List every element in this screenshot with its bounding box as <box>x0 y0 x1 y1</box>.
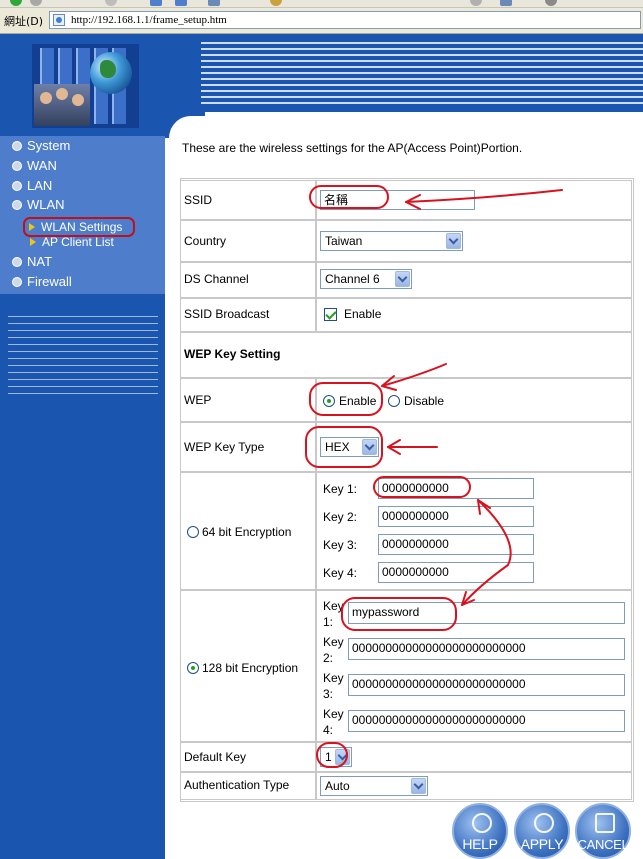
arrow-key1-to-mypassword <box>461 499 512 606</box>
arrow-to-ssid <box>405 189 563 203</box>
annotation-arrows <box>381 189 563 606</box>
arrow-to-wep <box>381 363 447 387</box>
